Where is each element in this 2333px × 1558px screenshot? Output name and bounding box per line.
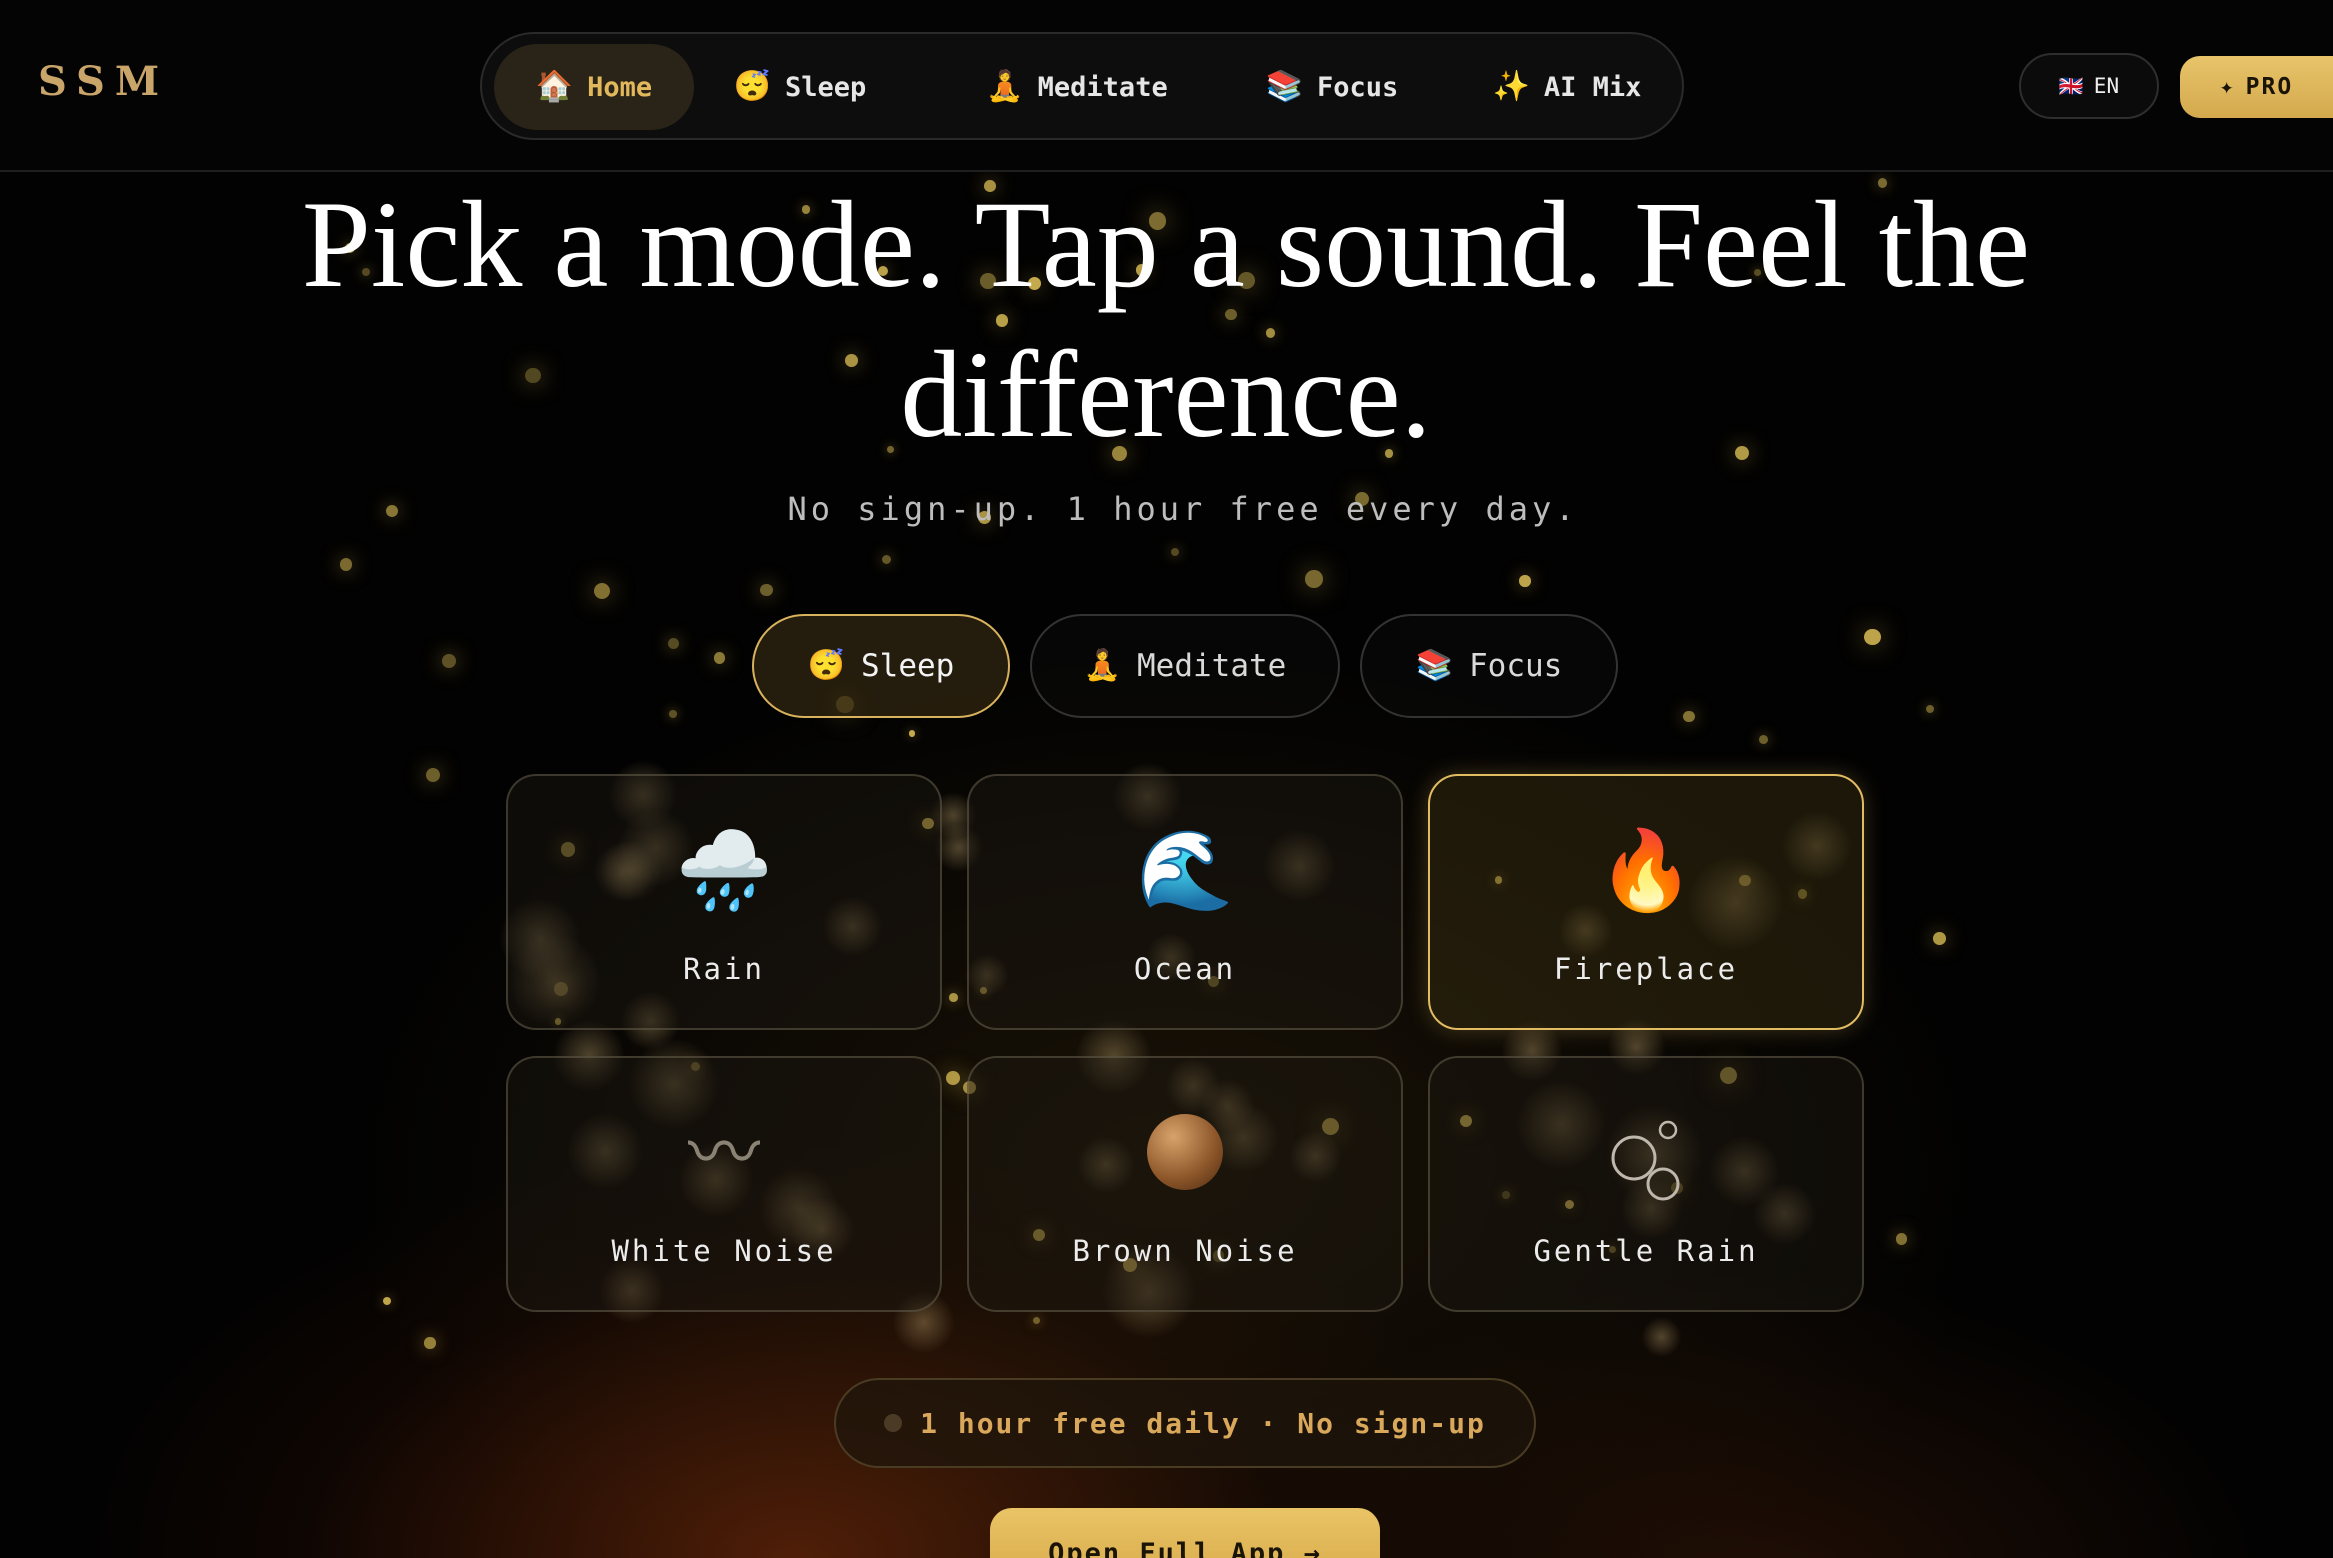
home-icon: 🏠 xyxy=(535,69,574,104)
bubbles-icon xyxy=(1430,1108,1862,1221)
open-full-app-button[interactable]: Open Full App → xyxy=(990,1508,1380,1558)
nav-item-label: Sleep xyxy=(785,71,867,103)
nav-item-label: Meditate xyxy=(1037,71,1168,103)
nav-item-home[interactable]: 🏠 Home xyxy=(494,44,694,130)
nav-item-meditate[interactable]: 🧘 Meditate xyxy=(962,44,1192,130)
fire-icon: 🔥 xyxy=(1597,826,1695,916)
sound-card-label: Brown Noise xyxy=(1072,1234,1298,1268)
nav-item-sleep[interactable]: 😴 Sleep xyxy=(710,44,890,130)
free-notice-badge: 1 hour free daily · No sign-up xyxy=(834,1378,1536,1468)
mode-tab-label: Sleep xyxy=(861,648,955,684)
mode-tab-label: Meditate xyxy=(1137,648,1287,684)
meditation-icon: 🧘 xyxy=(986,69,1024,104)
brand-logo[interactable]: SSM xyxy=(38,58,169,105)
sound-card-brown-noise[interactable]: Brown Noise xyxy=(967,1056,1403,1312)
mode-tab-meditate[interactable]: 🧘 Meditate xyxy=(1030,614,1340,718)
rain-cloud-icon: 🌧️ xyxy=(675,826,773,916)
status-dot-icon xyxy=(884,1414,903,1432)
meditation-icon: 🧘 xyxy=(1083,648,1122,683)
sound-card-label: Ocean xyxy=(1133,952,1237,986)
nav-item-label: AI Mix xyxy=(1543,71,1642,103)
top-header: SSM 🏠 Home 😴 Sleep 🧘 Meditate 📚 Focus ✨ … xyxy=(0,0,2333,172)
pro-label: PRO xyxy=(2245,74,2294,100)
free-notice-text: 1 hour free daily · No sign-up xyxy=(920,1406,1486,1440)
sound-card-label: Rain xyxy=(683,952,765,986)
nav-item-label: Home xyxy=(587,71,653,103)
sound-card-label: Fireplace xyxy=(1553,952,1739,986)
sound-card-fireplace[interactable]: 🔥 Fireplace xyxy=(1428,774,1864,1030)
sparkles-icon: ✨ xyxy=(1492,69,1530,104)
wave-line-icon: 〰 xyxy=(687,1111,760,1195)
hero-title: Pick a mode. Tap a sound. Feel the diffe… xyxy=(301,176,2031,463)
nav-item-label: Focus xyxy=(1317,71,1399,103)
books-icon: 📚 xyxy=(1415,648,1454,683)
sound-card-white-noise[interactable]: 〰 White Noise xyxy=(506,1056,942,1312)
sparkle-icon: ✦ xyxy=(2219,74,2236,100)
sound-card-label: White Noise xyxy=(611,1234,837,1268)
pro-button[interactable]: ✦ PRO xyxy=(2180,56,2333,118)
sleeping-face-icon: 😴 xyxy=(807,648,846,683)
language-label: EN xyxy=(2093,74,2120,98)
mode-tab-label: Focus xyxy=(1469,648,1563,684)
mode-tab-sleep[interactable]: 😴 Sleep xyxy=(752,614,1010,718)
hero-subtitle: No sign-up. 1 hour free every day. xyxy=(787,490,1579,528)
uk-flag-icon: 🇬🇧 xyxy=(2058,74,2084,98)
sound-card-rain[interactable]: 🌧️ Rain xyxy=(506,774,942,1030)
sound-card-ocean[interactable]: 🌊 Ocean xyxy=(967,774,1403,1030)
sound-card-label: Gentle Rain xyxy=(1533,1234,1759,1268)
brown-sphere-icon xyxy=(969,1108,1401,1209)
mode-tab-focus[interactable]: 📚 Focus xyxy=(1360,614,1618,718)
sleeping-face-icon: 😴 xyxy=(733,69,772,104)
nav-item-ai-mix[interactable]: ✨ AI Mix xyxy=(1472,44,1662,130)
nav-item-focus[interactable]: 📚 Focus xyxy=(1242,44,1422,130)
wave-icon: 🌊 xyxy=(1136,826,1234,916)
main-nav: 🏠 Home 😴 Sleep 🧘 Meditate 📚 Focus ✨ AI M… xyxy=(480,32,1684,140)
books-icon: 📚 xyxy=(1265,69,1304,104)
sound-card-gentle-rain[interactable]: Gentle Rain xyxy=(1428,1056,1864,1312)
language-selector[interactable]: 🇬🇧 EN xyxy=(2019,53,2159,119)
